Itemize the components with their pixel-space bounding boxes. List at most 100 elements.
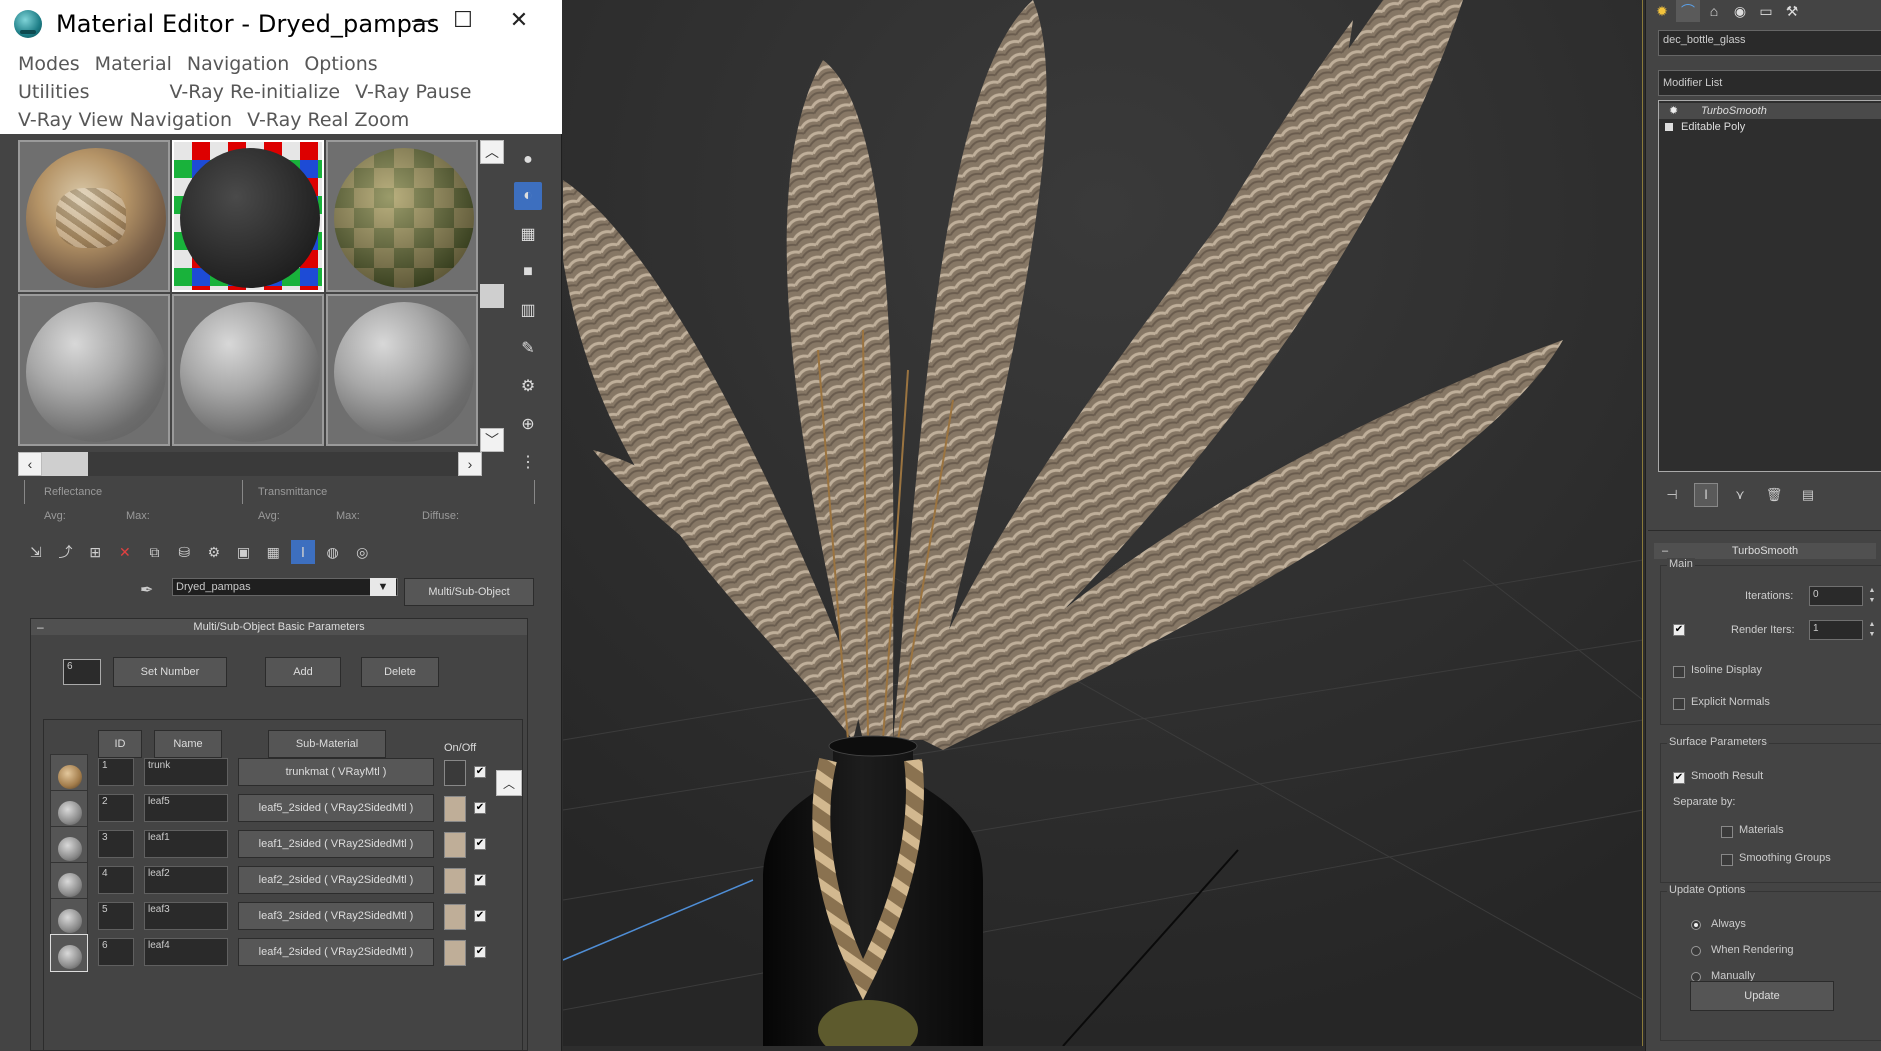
chevron-left-icon[interactable]: ‹ bbox=[18, 452, 42, 476]
color-swatch[interactable] bbox=[444, 832, 466, 858]
color-swatch[interactable] bbox=[444, 940, 466, 966]
sub-material-thumbnail[interactable] bbox=[50, 934, 88, 972]
iterations-spinner[interactable]: 0 bbox=[1809, 586, 1863, 606]
update-button[interactable]: Update bbox=[1690, 981, 1834, 1011]
configure-modifier-sets-icon[interactable]: ▤ bbox=[1796, 483, 1820, 507]
on-off-checkbox[interactable]: ✔ bbox=[474, 946, 486, 958]
id-field[interactable]: 5 bbox=[98, 902, 134, 930]
get-material-icon[interactable]: ⇲ bbox=[24, 540, 48, 564]
chevron-up-icon[interactable]: ︿ bbox=[480, 140, 504, 164]
pin-stack-icon[interactable]: ⊣ bbox=[1660, 483, 1684, 507]
modify-tab-icon[interactable]: ⌒ bbox=[1676, 0, 1700, 22]
assign-material-icon[interactable]: ⊞ bbox=[83, 540, 107, 564]
color-swatch[interactable] bbox=[444, 868, 466, 894]
spinner-arrows-icon[interactable]: ▲ ▼ bbox=[1867, 620, 1877, 640]
chevron-down-icon[interactable]: ﹀ bbox=[480, 428, 504, 452]
reset-map-icon[interactable]: ✕ bbox=[113, 540, 137, 564]
sample-slot-1[interactable] bbox=[18, 140, 170, 292]
on-off-checkbox[interactable]: ✔ bbox=[474, 874, 486, 886]
name-field[interactable]: trunk bbox=[144, 758, 228, 786]
sub-material-thumbnail[interactable] bbox=[50, 790, 88, 828]
color-swatch[interactable] bbox=[444, 904, 466, 930]
name-field[interactable]: leaf4 bbox=[144, 938, 228, 966]
name-field[interactable]: leaf2 bbox=[144, 866, 228, 894]
put-to-library-icon[interactable]: ⛁ bbox=[172, 540, 196, 564]
options-icon[interactable]: ⚙ bbox=[514, 372, 542, 400]
horizontal-scrollbar[interactable]: ‹ › bbox=[18, 452, 482, 476]
spinner-arrows-icon[interactable]: ▲ ▼ bbox=[1867, 586, 1877, 606]
go-forward-to-sibling-icon[interactable]: ◍ bbox=[321, 540, 345, 564]
close-button[interactable]: ✕ bbox=[494, 2, 544, 38]
make-unique-icon[interactable]: ⧉ bbox=[143, 540, 167, 564]
sample-uv-tiling-icon[interactable]: ■ bbox=[514, 258, 542, 286]
make-unique-icon[interactable]: ⋎ bbox=[1728, 483, 1752, 507]
smoothing-groups-checkbox[interactable] bbox=[1721, 854, 1733, 866]
explicit-normals-checkbox[interactable] bbox=[1673, 698, 1685, 710]
smooth-result-checkbox[interactable]: ✔ bbox=[1673, 772, 1685, 784]
menu-navigation[interactable]: Navigation bbox=[187, 50, 289, 78]
on-off-checkbox[interactable]: ✔ bbox=[474, 838, 486, 850]
stack-item-turbosmooth[interactable]: ✹ TurboSmooth bbox=[1659, 103, 1881, 119]
sub-material-button[interactable]: leaf3_2sided ( VRay2SidedMtl ) bbox=[238, 902, 434, 930]
menu-vray-real-zoom[interactable]: V-Ray Real Zoom bbox=[247, 106, 409, 134]
always-radio[interactable] bbox=[1691, 920, 1701, 930]
lightbulb-icon[interactable]: ✹ bbox=[1669, 103, 1678, 119]
show-map-in-viewport-icon[interactable]: ▣ bbox=[232, 540, 256, 564]
id-field[interactable]: 1 bbox=[98, 758, 134, 786]
add-button[interactable]: Add bbox=[265, 657, 341, 687]
maximize-button[interactable]: ☐ bbox=[440, 2, 486, 38]
show-end-result-icon[interactable]: ▦ bbox=[261, 540, 285, 564]
render-iters-spinner[interactable]: 1 bbox=[1809, 620, 1863, 640]
sub-material-button[interactable]: leaf1_2sided ( VRay2SidedMtl ) bbox=[238, 830, 434, 858]
remove-modifier-icon[interactable]: 🗑 bbox=[1762, 483, 1786, 507]
on-off-checkbox[interactable]: ✔ bbox=[474, 910, 486, 922]
name-field[interactable]: leaf5 bbox=[144, 794, 228, 822]
modifier-list-dropdown[interactable]: Modifier List bbox=[1658, 70, 1881, 96]
sub-material-button[interactable]: leaf5_2sided ( VRay2SidedMtl ) bbox=[238, 794, 434, 822]
id-field[interactable]: 3 bbox=[98, 830, 134, 858]
render-preview-icon[interactable]: ◎ bbox=[350, 540, 374, 564]
chevron-right-icon[interactable]: › bbox=[458, 452, 482, 476]
go-to-parent-icon[interactable]: Ⅰ bbox=[291, 540, 315, 564]
on-off-checkbox[interactable]: ✔ bbox=[474, 766, 486, 778]
material-type-button[interactable]: Multi/Sub-Object bbox=[404, 578, 534, 606]
video-color-check-icon[interactable]: ▥ bbox=[514, 296, 542, 324]
name-field[interactable]: leaf3 bbox=[144, 902, 228, 930]
when-rendering-radio[interactable] bbox=[1691, 946, 1701, 956]
sub-material-thumbnail[interactable] bbox=[50, 826, 88, 864]
sample-type-sphere-icon[interactable]: ● bbox=[514, 146, 542, 174]
select-by-material-icon[interactable]: ⊕ bbox=[514, 410, 542, 438]
set-number-button[interactable]: Set Number bbox=[113, 657, 227, 687]
sample-slot-5[interactable] bbox=[172, 294, 324, 446]
material-id-channel-icon[interactable]: ⚙ bbox=[202, 540, 226, 564]
sub-material-thumbnail[interactable] bbox=[50, 898, 88, 936]
hierarchy-tab-icon[interactable]: ⌂ bbox=[1702, 0, 1726, 22]
sub-material-button[interactable]: leaf2_2sided ( VRay2SidedMtl ) bbox=[238, 866, 434, 894]
rollout-header[interactable]: – Multi/Sub-Object Basic Parameters bbox=[31, 619, 527, 635]
material-map-navigator-icon[interactable]: ⋮ bbox=[514, 448, 542, 476]
chevron-up-icon[interactable]: ︿ bbox=[496, 770, 522, 796]
show-end-result-icon[interactable]: Ⅰ bbox=[1694, 483, 1718, 507]
expand-plus-icon[interactable] bbox=[1665, 123, 1673, 131]
object-name-field[interactable]: dec_bottle_glass bbox=[1658, 30, 1881, 56]
sample-slot-4[interactable] bbox=[18, 294, 170, 446]
menu-vray-pause[interactable]: V-Ray Pause bbox=[355, 78, 471, 106]
name-field[interactable]: leaf1 bbox=[144, 830, 228, 858]
materials-checkbox[interactable] bbox=[1721, 826, 1733, 838]
put-material-to-scene-icon[interactable]: ⤴ bbox=[54, 540, 78, 564]
modifier-stack[interactable]: ✹ TurboSmooth Editable Poly bbox=[1658, 100, 1881, 472]
display-tab-icon[interactable]: ▭ bbox=[1754, 0, 1778, 22]
menu-material[interactable]: Material bbox=[95, 50, 172, 78]
sample-slot-2[interactable] bbox=[172, 140, 324, 292]
menu-vray-view-navigation[interactable]: V-Ray View Navigation bbox=[18, 106, 232, 134]
sample-slot-6[interactable] bbox=[326, 294, 478, 446]
vertical-scroll-thumb[interactable] bbox=[480, 284, 504, 308]
menu-modes[interactable]: Modes bbox=[18, 50, 80, 78]
background-checker-icon[interactable]: ▦ bbox=[514, 220, 542, 248]
eyedropper-icon[interactable]: ✒ bbox=[140, 580, 162, 602]
create-tab-icon[interactable]: ✹ bbox=[1650, 0, 1674, 22]
collapse-icon[interactable]: – bbox=[1662, 543, 1668, 559]
horizontal-scroll-thumb[interactable] bbox=[42, 452, 88, 476]
utilities-tab-icon[interactable]: ⚒ bbox=[1780, 0, 1804, 22]
isoline-display-checkbox[interactable] bbox=[1673, 666, 1685, 678]
